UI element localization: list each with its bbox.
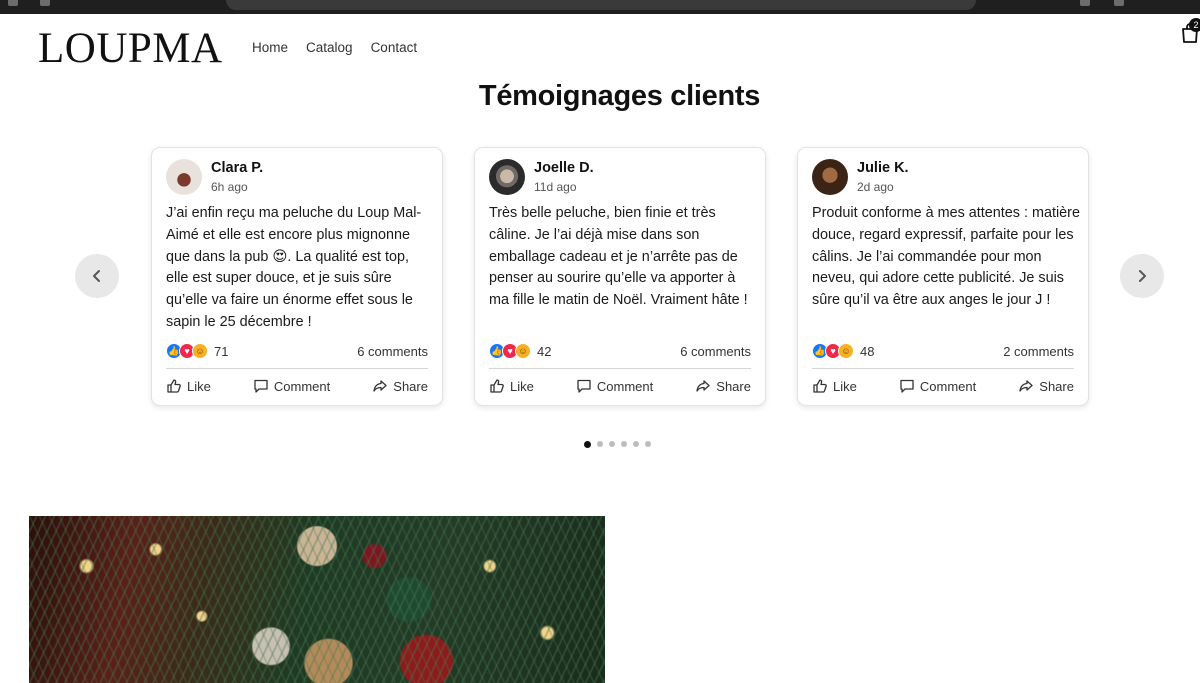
like-label: Like <box>187 378 211 394</box>
comments-count[interactable]: 2 comments <box>1003 344 1074 359</box>
thumbs-up-icon <box>813 379 827 393</box>
carousel-dot[interactable] <box>584 440 591 448</box>
share-label: Share <box>716 378 751 394</box>
like-label: Like <box>510 378 534 394</box>
christmas-tree-image <box>29 516 605 683</box>
care-reaction-icon: ☺ <box>838 343 854 359</box>
thumbs-up-icon <box>167 379 181 393</box>
review-author: Julie K. <box>857 160 909 176</box>
share-label: Share <box>393 378 428 394</box>
comment-icon <box>254 379 268 393</box>
like-label: Like <box>833 378 857 394</box>
carousel-prev-button[interactable] <box>75 254 119 298</box>
chevron-right-icon <box>1139 270 1146 282</box>
section-title: Témoignages clients <box>478 80 761 112</box>
card-actions: Like Comment Share <box>489 378 751 394</box>
share-label: Share <box>1039 378 1074 394</box>
comment-label: Comment <box>273 378 331 394</box>
browser-toolbar <box>0 0 1200 14</box>
review-time: 11d ago <box>534 180 577 194</box>
carousel-dot[interactable] <box>633 441 639 447</box>
like-button[interactable]: Like <box>812 378 857 394</box>
review-text: J’ai enfin reçu ma peluche du Loup Mal-A… <box>166 205 422 330</box>
address-bar[interactable] <box>226 0 976 10</box>
divider <box>489 368 751 369</box>
carousel-dot[interactable] <box>621 441 627 447</box>
review-card: Joelle D. 11d ago Très belle peluche, bi… <box>474 147 766 406</box>
brand-logo[interactable]: LOUPMA <box>38 24 223 73</box>
reaction-summary[interactable]: 👍 ♥ ☺ 42 <box>489 342 551 360</box>
comment-button[interactable]: Comment <box>576 378 653 394</box>
review-author: Clara P. <box>211 160 264 176</box>
browser-profile-icon[interactable] <box>1114 0 1124 6</box>
share-icon <box>373 380 387 392</box>
review-text: Très belle peluche, bien finie et très c… <box>489 205 748 309</box>
thumbs-up-icon <box>490 379 504 393</box>
browser-extension-icon[interactable] <box>1080 0 1090 6</box>
comment-label: Comment <box>596 378 654 394</box>
card-actions: Like Comment Share <box>166 378 428 394</box>
comment-icon <box>577 379 591 393</box>
carousel-pagination <box>584 440 651 448</box>
nav-catalog-link[interactable]: Catalog <box>306 40 353 55</box>
review-card: Clara P. 6h ago J’ai enfin reçu ma peluc… <box>151 147 443 406</box>
divider <box>812 368 1074 369</box>
comment-button[interactable]: Comment <box>253 378 330 394</box>
share-button[interactable]: Share <box>695 378 751 394</box>
main-nav: Home Catalog Contact <box>252 40 417 55</box>
avatar <box>166 159 202 195</box>
nav-home-link[interactable]: Home <box>252 40 288 55</box>
reaction-summary[interactable]: 👍 ♥ ☺ 48 <box>812 342 874 360</box>
cart-count-badge: 2 <box>1189 18 1200 32</box>
carousel-dot[interactable] <box>645 441 651 447</box>
share-button[interactable]: Share <box>1018 378 1074 394</box>
review-author: Joelle D. <box>534 160 594 176</box>
carousel-dot[interactable] <box>609 441 615 447</box>
chevron-left-icon <box>93 270 100 282</box>
reaction-summary[interactable]: 👍 ♥ ☺ 71 <box>166 342 228 360</box>
comments-count[interactable]: 6 comments <box>680 344 751 359</box>
review-time: 2d ago <box>857 180 894 194</box>
review-text: Produit conforme à mes attentes : matièr… <box>812 205 1080 309</box>
review-card: Julie K. 2d ago Produit conforme à mes a… <box>797 147 1089 406</box>
reaction-count: 42 <box>537 343 552 359</box>
reaction-count: 48 <box>860 343 875 359</box>
like-button[interactable]: Like <box>166 378 211 394</box>
carousel-next-button[interactable] <box>1120 254 1164 298</box>
avatar <box>812 159 848 195</box>
comments-count[interactable]: 6 comments <box>357 344 428 359</box>
review-time: 6h ago <box>211 180 248 194</box>
share-button[interactable]: Share <box>372 378 428 394</box>
share-icon <box>1019 380 1033 392</box>
comment-icon <box>900 379 914 393</box>
browser-back-icon[interactable] <box>40 0 50 6</box>
comment-button[interactable]: Comment <box>899 378 976 394</box>
divider <box>166 368 428 369</box>
reaction-count: 71 <box>214 343 229 359</box>
avatar <box>489 159 525 195</box>
browser-menu-icon[interactable] <box>8 0 18 6</box>
care-reaction-icon: ☺ <box>515 343 531 359</box>
care-reaction-icon: ☺ <box>192 343 208 359</box>
comment-label: Comment <box>919 378 977 394</box>
nav-contact-link[interactable]: Contact <box>371 40 418 55</box>
carousel-dot[interactable] <box>597 441 603 447</box>
like-button[interactable]: Like <box>489 378 534 394</box>
share-icon <box>696 380 710 392</box>
site-header: LOUPMA Home Catalog Contact <box>0 14 1200 82</box>
card-actions: Like Comment Share <box>812 378 1074 394</box>
